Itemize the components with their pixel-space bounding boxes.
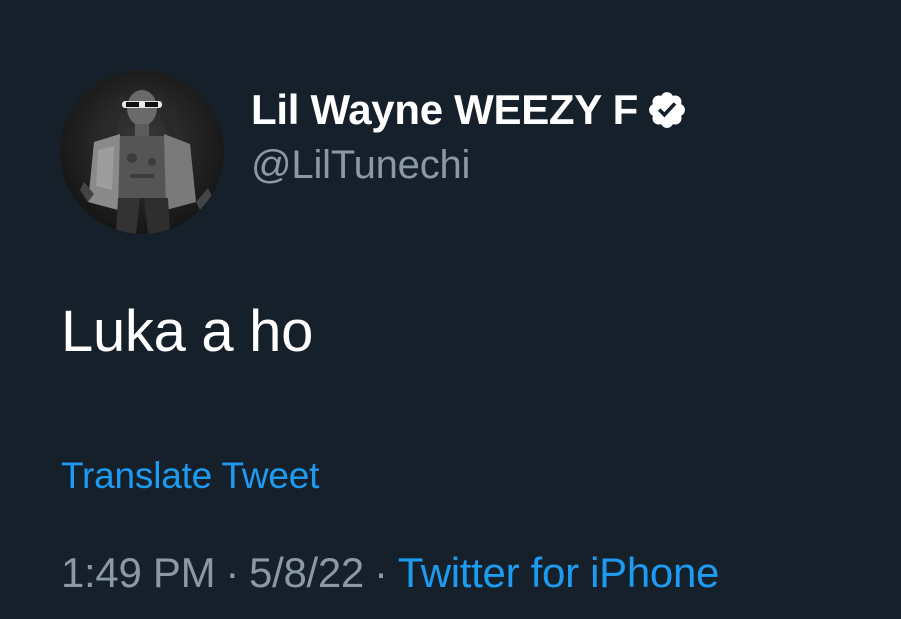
separator-dot: · [374,549,388,596]
profile-photo-icon [60,70,224,234]
tweet-source-link[interactable]: Twitter for iPhone [398,549,720,596]
tweet-date[interactable]: 5/8/22 [249,549,364,596]
tweet-metadata: 1:49 PM · 5/8/22 · Twitter for iPhone [61,549,719,597]
user-handle[interactable]: @LilTunechi [251,143,470,188]
translate-tweet-link[interactable]: Translate Tweet [61,455,319,497]
tweet-text: Luka a ho [61,299,314,364]
avatar[interactable] [60,70,224,234]
verified-badge-icon [646,89,688,131]
separator-dot: · [225,549,240,596]
display-name[interactable]: Lil Wayne WEEZY F [251,86,638,134]
author-name-row[interactable]: Lil Wayne WEEZY F [251,85,688,135]
tweet-time[interactable]: 1:49 PM [61,549,216,596]
